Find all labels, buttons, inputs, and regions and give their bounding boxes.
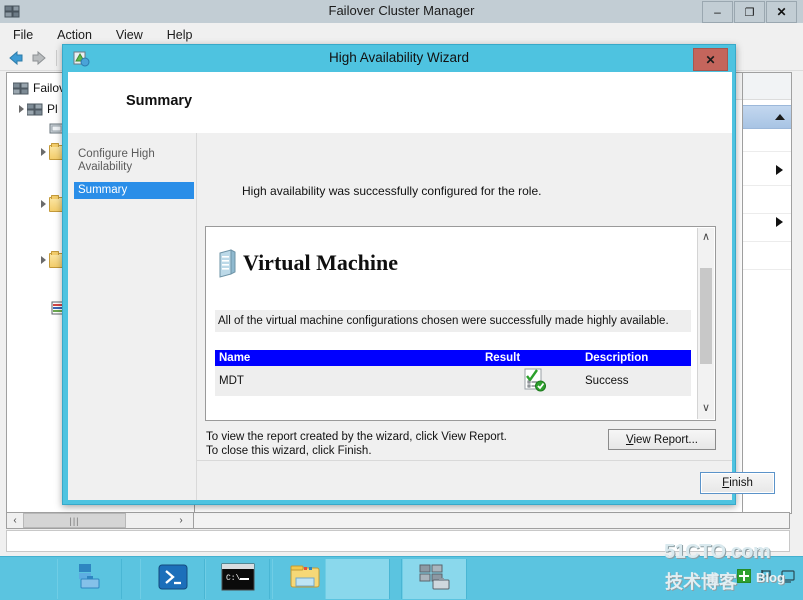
wizard-step-summary[interactable]: Summary [74,182,194,199]
actions-divider [743,213,791,214]
wizard-step-list: Configure High Availability Summary [68,133,197,500]
server-tower-icon [217,248,237,278]
chevron-right-icon[interactable] [41,256,46,264]
report-title: Virtual Machine [243,250,398,275]
failover-cluster-manager-icon [417,562,453,597]
table-header-row: Name Result Description [215,350,691,366]
screen: Failover Cluster Manager – ❐ ✕ File Acti… [0,0,803,600]
view-report-label: iew Report... [633,433,699,446]
actions-pane-titlebar[interactable] [743,105,791,129]
page-title: Summary [126,93,193,109]
chevron-right-icon[interactable] [19,105,24,113]
table-row: MDT Success [215,366,691,396]
report-table: Name Result Description MDT Success [215,350,691,396]
tree-item-root[interactable]: Failov [12,79,66,97]
scroll-down-button[interactable]: ∨ [698,399,714,416]
watermark-blog: Blog [756,570,785,585]
back-arrow-icon[interactable] [6,49,26,67]
scroll-up-button[interactable]: ∧ [698,228,714,245]
tree-horizontal-scrollbar[interactable]: ‹ ||| › [6,512,194,529]
failover-cluster-manager-window: Failover Cluster Manager – ❐ ✕ File Acti… [0,0,803,556]
taskbar-server-manager[interactable] [57,559,122,599]
wizard-hint-text: To view the report created by the wizard… [206,430,507,458]
taskbar-command-prompt[interactable]: C:\ [205,559,270,599]
collapse-up-arrow-icon[interactable] [775,114,785,120]
forward-arrow-icon[interactable] [29,49,49,67]
actions-pane[interactable] [742,72,792,514]
taskbar-powershell[interactable] [140,559,205,599]
menu-view[interactable]: View [113,27,146,43]
column-header-result: Result [485,352,521,364]
close-button[interactable]: ✕ [766,1,797,23]
toolbar-separator [56,50,57,66]
hint-line-finish: To close this wizard, click Finish. [206,445,372,457]
wizard-footer-separator [197,460,732,461]
wizard-header: Summary [68,72,732,134]
taskbar-failover-cluster-manager-active[interactable] [402,559,467,599]
wizard-content: Configure High Availability Summary High… [68,133,775,500]
file-explorer-icon [288,563,322,596]
restore-button[interactable]: ❐ [734,1,765,23]
actions-divider [743,241,791,242]
expand-right-arrow-icon[interactable] [776,165,783,175]
cell-description: Success [585,375,629,387]
menu-help[interactable]: Help [164,27,196,43]
hint-line-view-report: To view the report created by the wizard… [206,431,507,443]
scroll-right-button[interactable]: › [173,513,189,528]
wizard-step-configure-high-availability[interactable]: Configure High Availability [74,146,194,176]
wizard-main-panel: High availability was successfully confi… [197,133,775,500]
tree-item-cluster[interactable]: Pl [19,100,58,118]
column-header-name: Name [219,352,251,364]
report-note: All of the virtual machine configuration… [215,310,691,332]
scroll-left-button[interactable]: ‹ [7,513,23,528]
window-controls: – ❐ ✕ [701,1,797,23]
cluster-icon [12,81,29,95]
finish-label: inish [729,477,753,489]
wizard-body: Summary Configure High Availability Summ… [68,72,775,500]
success-message: High availability was successfully confi… [242,184,542,198]
watermark-chinese: 技术博客 [665,572,737,592]
menubar: File Action View Help [0,23,803,46]
scroll-thumb[interactable]: ||| [23,513,126,528]
actions-pane-header [743,73,791,100]
scroll-thumb[interactable] [700,268,712,364]
menu-action[interactable]: Action [54,27,95,43]
wizard-titlebar: High Availability Wizard ✕ [63,45,735,72]
command-prompt-icon: C:\ [221,563,255,596]
wizard-title: High Availability Wizard [328,50,470,65]
tree-item-label: Failov [33,81,66,95]
server-manager-icon [73,562,107,597]
menu-file[interactable]: File [10,27,36,43]
report-heading: Virtual Machine [217,248,398,278]
main-titlebar: Failover Cluster Manager – ❐ ✕ [0,0,803,24]
report-content: Virtual Machine All of the virtual machi… [207,228,699,419]
expand-right-arrow-icon[interactable] [776,217,783,227]
actions-divider [743,185,791,186]
wizard-close-button[interactable]: ✕ [693,48,728,71]
high-availability-wizard-dialog: High Availability Wizard ✕ Summary Confi… [62,44,775,505]
powershell-icon [157,562,189,597]
actions-divider [743,269,791,270]
report-vertical-scrollbar[interactable]: ∧ ∨ [697,228,714,419]
network-icon[interactable] [736,568,752,588]
finish-button[interactable]: Finish [700,472,775,494]
watermark-site: 51CTO.com [664,541,771,563]
taskbar-failover-cluster-manager[interactable] [325,559,390,599]
actions-divider [743,151,791,152]
cell-result [485,367,585,396]
column-header-description: Description [585,352,649,364]
main-window-title: Failover Cluster Manager [328,3,475,18]
chevron-right-icon[interactable] [41,200,46,208]
cluster-icon [26,102,43,116]
tree-item-label: Pl [47,102,58,116]
cell-name: MDT [219,375,244,387]
chevron-right-icon[interactable] [41,148,46,156]
report-success-icon [522,367,548,396]
view-report-button[interactable]: View Report... [608,429,716,450]
minimize-button[interactable]: – [702,1,733,23]
svg-text:C:\: C:\ [226,574,241,583]
report-viewer[interactable]: Virtual Machine All of the virtual machi… [205,226,716,421]
